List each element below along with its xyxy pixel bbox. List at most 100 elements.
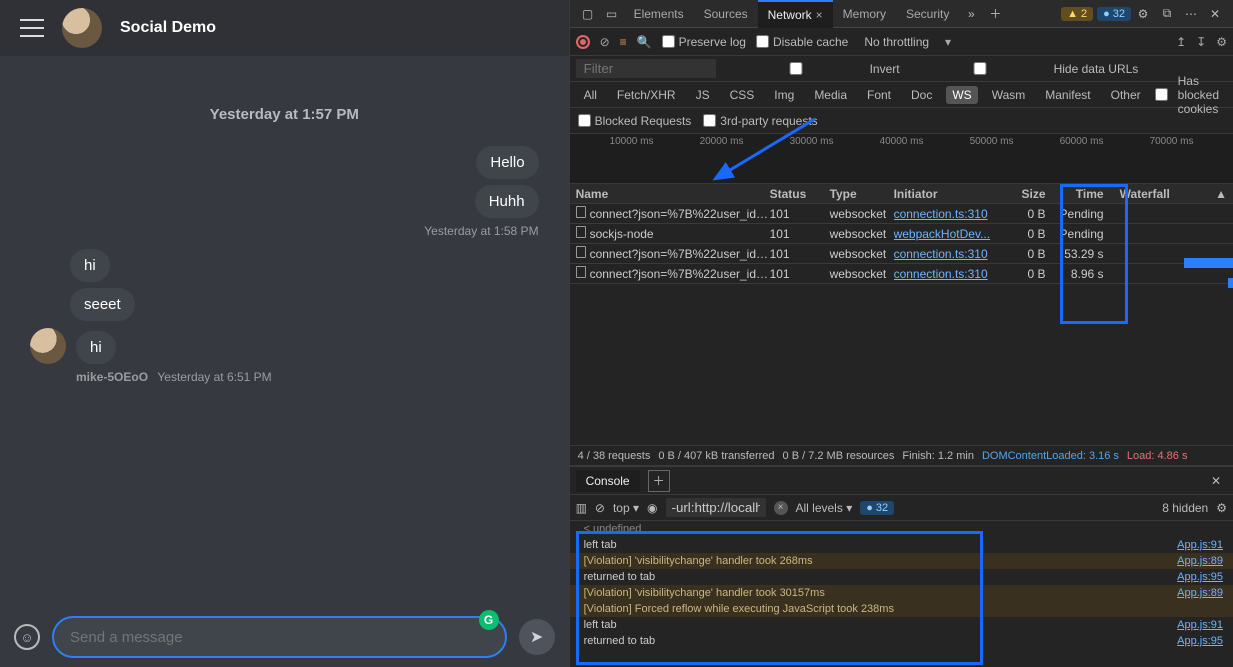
filter-all[interactable]: All xyxy=(578,86,603,104)
filter-wasm[interactable]: Wasm xyxy=(986,86,1032,104)
filter-manifest[interactable]: Manifest xyxy=(1039,86,1096,104)
record-icon[interactable] xyxy=(576,35,590,49)
status-requests: 4 / 38 requests xyxy=(578,450,651,462)
settings-icon[interactable]: ⚙ xyxy=(1216,501,1227,515)
console-filter-input[interactable] xyxy=(666,498,766,517)
tab-sources[interactable]: Sources xyxy=(694,0,758,28)
levels-select[interactable]: All levels ▾ xyxy=(796,501,853,515)
message-bubble: Huhh xyxy=(475,185,539,218)
dock-icon[interactable]: ⧉ xyxy=(1155,6,1179,21)
tab-console[interactable]: Console xyxy=(576,470,640,492)
filter-other[interactable]: Other xyxy=(1105,86,1147,104)
initiator-link[interactable]: webpackHotDev... xyxy=(894,227,996,241)
col-size[interactable]: Size xyxy=(996,187,1054,201)
avatar[interactable] xyxy=(62,8,102,48)
info-badge[interactable]: ● 32 xyxy=(860,501,894,515)
filter-fetch[interactable]: Fetch/XHR xyxy=(611,86,682,104)
warning-badge[interactable]: ▲ 2 xyxy=(1061,7,1093,21)
hide-urls-checkbox[interactable]: Hide data URLs xyxy=(910,62,1139,76)
source-link[interactable]: App.js:89 xyxy=(1177,555,1223,567)
info-badge[interactable]: ● 32 xyxy=(1097,7,1131,21)
tab-network[interactable]: Network× xyxy=(758,0,833,28)
table-row[interactable]: connect?json=%7B%22user_id%2...101websoc… xyxy=(570,264,1233,284)
message-bubble: hi xyxy=(70,249,110,282)
add-tab-icon[interactable]: ＋ xyxy=(648,470,670,492)
invert-checkbox[interactable]: Invert xyxy=(726,62,900,76)
col-initiator[interactable]: Initiator xyxy=(894,187,996,201)
console-line: [Violation] 'visibilitychange' handler t… xyxy=(570,553,1233,569)
close-icon[interactable]: × xyxy=(816,8,823,22)
disable-cache-checkbox[interactable]: Disable cache xyxy=(756,35,848,49)
clear-icon[interactable]: ⊘ xyxy=(600,35,610,49)
message-bubble: hi xyxy=(76,331,116,364)
filter-js[interactable]: JS xyxy=(690,86,716,104)
message-timestamp: Yesterday at 1:58 PM xyxy=(30,224,539,238)
chat-title: Social Demo xyxy=(120,19,216,37)
inspect-icon[interactable]: ▢ xyxy=(576,7,600,21)
col-type[interactable]: Type xyxy=(830,187,894,201)
tab-elements[interactable]: Elements xyxy=(624,0,694,28)
chat-input-bar: ☺ G ➤ xyxy=(0,607,569,667)
preserve-log-checkbox[interactable]: Preserve log xyxy=(662,35,746,49)
source-link[interactable]: App.js:91 xyxy=(1177,619,1223,631)
filter-ws[interactable]: WS xyxy=(946,86,977,104)
network-timeline[interactable]: 10000 ms20000 ms30000 ms40000 ms50000 ms… xyxy=(570,134,1233,184)
initiator-link[interactable]: connection.ts:310 xyxy=(894,207,996,221)
close-icon[interactable]: ✕ xyxy=(1203,7,1227,21)
col-status[interactable]: Status xyxy=(770,187,830,201)
message-input-wrap[interactable]: G xyxy=(52,616,507,658)
table-row[interactable]: connect?json=%7B%22user_id%2...101websoc… xyxy=(570,204,1233,224)
settings-icon[interactable]: ⚙ xyxy=(1216,35,1227,49)
tab-security[interactable]: Security xyxy=(896,0,959,28)
filter-font[interactable]: Font xyxy=(861,86,897,104)
upload-icon[interactable]: ↥ xyxy=(1176,35,1186,49)
menu-icon[interactable] xyxy=(20,19,44,37)
eye-icon[interactable]: ◉ xyxy=(647,501,657,515)
chat-body[interactable]: Yesterday at 1:57 PM Hello Huhh Yesterda… xyxy=(0,56,569,607)
clear-filter-icon[interactable]: × xyxy=(774,501,788,515)
col-time[interactable]: Time xyxy=(1054,187,1112,201)
more-tabs-icon[interactable]: » xyxy=(959,7,983,21)
search-icon[interactable]: 🔍 xyxy=(637,35,652,49)
source-link[interactable]: App.js:95 xyxy=(1177,571,1223,583)
add-tab-icon[interactable]: ＋ xyxy=(983,5,1007,22)
filter-icon[interactable]: ≡ xyxy=(620,35,627,49)
close-icon[interactable]: ✕ xyxy=(1205,474,1227,488)
source-link[interactable]: App.js:95 xyxy=(1177,635,1223,647)
col-name[interactable]: Name xyxy=(570,187,770,201)
table-row[interactable]: sockjs-node101websocketwebpackHotDev...0… xyxy=(570,224,1233,244)
settings-icon[interactable]: ⚙ xyxy=(1131,7,1155,21)
date-divider: Yesterday at 1:57 PM xyxy=(30,106,539,123)
clear-icon[interactable]: ⊘ xyxy=(595,501,605,515)
filter-img[interactable]: Img xyxy=(768,86,800,104)
tab-memory[interactable]: Memory xyxy=(833,0,896,28)
device-icon[interactable]: ▭ xyxy=(600,7,624,21)
download-icon[interactable]: ↧ xyxy=(1196,35,1206,49)
timeline-tick: 70000 ms xyxy=(1150,136,1194,147)
message-input[interactable] xyxy=(70,629,489,646)
chevron-down-icon[interactable]: ▾ xyxy=(945,35,951,49)
initiator-link[interactable]: connection.ts:310 xyxy=(894,247,996,261)
throttling-select[interactable]: No throttling xyxy=(858,33,935,51)
context-select[interactable]: top ▾ xyxy=(613,501,639,515)
initiator-link[interactable]: connection.ts:310 xyxy=(894,267,996,281)
filter-media[interactable]: Media xyxy=(808,86,853,104)
sender-name: mike-5OEoO xyxy=(76,370,148,384)
console-tabs: Console ＋ ✕ xyxy=(570,467,1233,495)
emoji-icon[interactable]: ☺ xyxy=(14,624,40,650)
send-button[interactable]: ➤ xyxy=(519,619,555,655)
source-link[interactable]: App.js:89 xyxy=(1177,587,1223,599)
grammarly-icon[interactable]: G xyxy=(479,610,499,630)
kebab-icon[interactable]: ⋯ xyxy=(1179,7,1203,21)
console-body[interactable]: < undefined left tabApp.js:91[Violation]… xyxy=(570,521,1233,667)
blocked-requests-checkbox[interactable]: Blocked Requests xyxy=(578,114,692,128)
status-finish: Finish: 1.2 min xyxy=(902,450,974,462)
table-row[interactable]: connect?json=%7B%22user_id%2...101websoc… xyxy=(570,244,1233,264)
avatar[interactable] xyxy=(30,328,66,364)
source-link[interactable]: App.js:91 xyxy=(1177,539,1223,551)
sidebar-icon[interactable]: ▥ xyxy=(576,501,587,515)
filter-css[interactable]: CSS xyxy=(724,86,761,104)
filter-doc[interactable]: Doc xyxy=(905,86,938,104)
col-waterfall[interactable]: Waterfall ▲ xyxy=(1112,187,1233,201)
filter-input[interactable] xyxy=(576,59,716,78)
